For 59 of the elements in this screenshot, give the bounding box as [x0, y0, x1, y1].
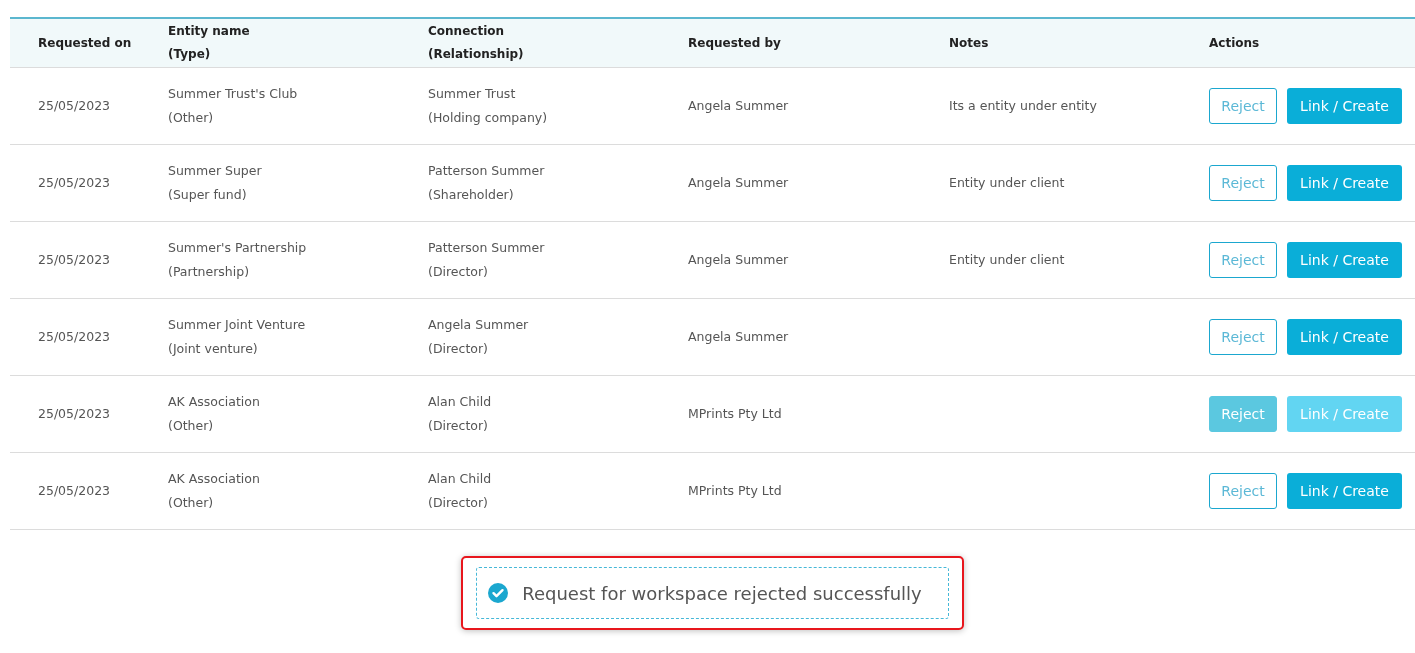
entity-name: Summer Joint Venture	[168, 316, 307, 334]
notes-text: Entity under client	[949, 174, 1066, 192]
column-header: Requested on	[38, 34, 133, 52]
entity-type: (Other)	[168, 417, 215, 435]
requester-name: Angela Summer	[688, 174, 790, 192]
requester-name: Angela Summer	[688, 251, 790, 269]
relationship-text: (Shareholder)	[428, 186, 515, 204]
check-circle-icon	[488, 583, 509, 603]
notes-text: Entity under client	[949, 251, 1066, 269]
notes-text: Its a entity under entity	[949, 97, 1098, 115]
connection-name: Alan Child	[428, 470, 493, 488]
entity-name: AK Association	[168, 393, 261, 411]
reject-button[interactable]: Reject	[1209, 88, 1277, 124]
relationship-text: (Director)	[428, 417, 489, 435]
relationship-text: (Director)	[428, 494, 489, 512]
entity-type: (Super fund)	[168, 186, 248, 204]
entity-name: AK Association	[168, 470, 261, 488]
column-header: Notes	[949, 34, 990, 52]
requester-name: Angela Summer	[688, 97, 790, 115]
requester-name: MPrints Pty Ltd	[688, 405, 783, 423]
date-text: 25/05/2023	[38, 328, 112, 346]
toast-message: Request for workspace rejected successfully	[522, 582, 922, 604]
connection-name: Summer Trust	[428, 85, 517, 103]
reject-button[interactable]: Reject	[1209, 165, 1277, 201]
link-create-button[interactable]: Link / Create	[1287, 473, 1402, 509]
entity-type: (Other)	[168, 109, 215, 127]
requester-name: MPrints Pty Ltd	[688, 482, 783, 500]
date-text: 25/05/2023	[38, 251, 112, 269]
column-header: Actions	[1209, 34, 1261, 52]
connection-name: Patterson Summer	[428, 162, 546, 180]
link-create-button[interactable]: Link / Create	[1287, 242, 1402, 278]
entity-type: (Other)	[168, 494, 215, 512]
date-text: 25/05/2023	[38, 174, 112, 192]
requester-name: Angela Summer	[688, 328, 790, 346]
entity-type: (Joint venture)	[168, 340, 259, 358]
entity-name: Summer Super	[168, 162, 263, 180]
relationship-text: (Holding company)	[428, 109, 549, 127]
connection-name: Alan Child	[428, 393, 493, 411]
date-text: 25/05/2023	[38, 97, 112, 115]
relationship-text: (Director)	[428, 263, 489, 281]
column-header: (Type)	[168, 46, 212, 63]
link-create-button[interactable]: Link / Create	[1287, 88, 1402, 124]
relationship-text: (Director)	[428, 340, 489, 358]
link-create-button[interactable]: Link / Create	[1287, 165, 1402, 201]
column-header: Entity name	[168, 23, 251, 40]
date-text: 25/05/2023	[38, 405, 112, 423]
link-create-button[interactable]: Link / Create	[1287, 319, 1402, 355]
reject-button[interactable]: Reject	[1209, 473, 1277, 509]
column-header: Requested by	[688, 34, 782, 52]
reject-button[interactable]: Reject	[1209, 319, 1277, 355]
column-header: Connection	[428, 23, 506, 40]
connection-name: Angela Summer	[428, 316, 530, 334]
reject-button[interactable]: Reject	[1209, 242, 1277, 278]
date-text: 25/05/2023	[38, 482, 112, 500]
column-header: (Relationship)	[428, 46, 525, 63]
entity-type: (Partnership)	[168, 263, 251, 281]
entity-name: Summer's Partnership	[168, 239, 308, 257]
entity-name: Summer Trust's Club	[168, 85, 299, 103]
connection-name: Patterson Summer	[428, 239, 546, 257]
